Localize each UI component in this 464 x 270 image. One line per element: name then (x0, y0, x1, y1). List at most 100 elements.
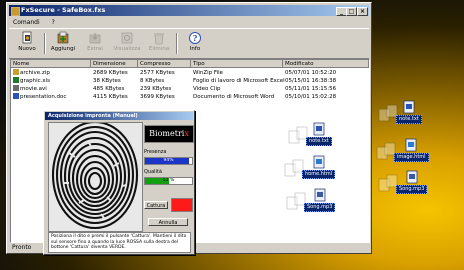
file-modified: 05/10/01 15:02:28 (285, 93, 336, 101)
file-row[interactable]: presentation.doc 4115 KBytes 3699 KBytes Do… (11, 93, 369, 101)
view-icon (120, 31, 134, 45)
extract-label: Estrai (87, 46, 103, 52)
audio-file-icon (314, 188, 326, 202)
close-button[interactable]: × (357, 7, 368, 16)
new-icon (20, 31, 34, 45)
delete-button[interactable]: Elimina (144, 30, 174, 57)
quality-gauge: 51 % (144, 177, 193, 185)
audio-file-icon (406, 170, 418, 184)
delete-label: Elimina (148, 46, 170, 52)
file-compressed-text: 8 KBytes (140, 78, 165, 84)
file-modified: 05/07/01 10:52:20 (285, 69, 336, 77)
file-modified: 05/11/01 15:15:56 (285, 85, 336, 93)
file-name-text: movie.avi (20, 86, 47, 92)
column-header-type[interactable]: Tipo (191, 60, 283, 68)
file-type: Foglio di lavoro di Microsoft Excel (193, 77, 285, 85)
file-size: 4115 KBytes (93, 93, 128, 101)
fingerprint-image (48, 122, 143, 232)
info-button[interactable]: ? Info (180, 30, 210, 57)
file-name-text: archive.zip (20, 70, 50, 76)
desktop-file-4[interactable]: home.html (302, 155, 336, 179)
column-header-name[interactable]: Nome (11, 60, 91, 68)
desktop-file-3[interactable]: note.txt (306, 122, 332, 146)
capture-button[interactable]: Cattura (144, 201, 168, 209)
desktop-file-caption: home.html (302, 170, 336, 179)
file-compressed: 2577 KBytes (140, 69, 175, 77)
toolbar: Nuovo Aggiungi Estrai Visualizza Elimina… (9, 28, 369, 59)
desktop-file-caption: image.html (394, 153, 429, 162)
file-type-icon (13, 93, 19, 99)
file-size-text: 2689 KBytes (93, 70, 128, 76)
file-compressed: 8 KBytes (140, 77, 164, 85)
desktop-file-1[interactable]: image.html (394, 138, 429, 162)
view-button[interactable]: Visualizza (112, 30, 142, 57)
file-compressed-text: 239 KBytes (140, 86, 172, 92)
new-label: Nuovo (18, 46, 36, 52)
delete-icon (152, 31, 166, 45)
file-row[interactable]: movie.avi 485 KBytes 239 KBytes Video Clip 0… (11, 85, 369, 93)
file-compressed: 3699 KBytes (140, 93, 175, 101)
file-name-text: presentation.doc (20, 94, 67, 100)
desktop-file-caption: note.txt (306, 137, 332, 146)
file-modified-text: 05/07/01 10:52:20 (285, 70, 337, 76)
fingerprint-dialog: Acquisizione impronta (Manual) Biometrix… (43, 110, 195, 255)
desktop-file-caption: Song.mp3 (304, 203, 336, 212)
window-title: FxSecure - SafeBox.fxs (21, 6, 106, 14)
quality-value: 51 % (162, 178, 175, 183)
file-name: graphic.xls (13, 77, 50, 85)
file-type: Video Clip (193, 85, 221, 93)
quality-label: Qualità (144, 169, 162, 175)
presence-value: 94% (163, 158, 174, 163)
title-bar[interactable]: FxSecure - SafeBox.fxs _ □ × (9, 5, 369, 16)
file-compressed-text: 3699 KBytes (140, 94, 175, 100)
dialog-title[interactable]: Acquisizione impronta (Manual) (45, 112, 193, 120)
presence-label: Presenza (144, 149, 167, 155)
capture-status-light (171, 198, 193, 212)
app-icon (11, 7, 20, 16)
file-name: movie.avi (13, 85, 47, 93)
desktop-file-2[interactable]: Song.mp3 (396, 170, 428, 194)
info-icon: ? (188, 31, 202, 45)
desktop-file-caption: note.txt (396, 115, 422, 124)
file-size-text: 485 KBytes (93, 86, 125, 92)
menu-comandi[interactable]: Comandi (13, 19, 40, 26)
file-row[interactable]: archive.zip 2689 KBytes 2577 KBytes WinZip … (11, 69, 369, 77)
file-modified-text: 05/11/01 15:15:56 (285, 86, 337, 92)
desktop-file-caption: Song.mp3 (396, 185, 428, 194)
file-size-text: 4115 KBytes (93, 94, 128, 100)
file-type-text: Video Clip (193, 86, 221, 92)
extract-button[interactable]: Estrai (80, 30, 110, 57)
info-label: Info (189, 46, 201, 52)
file-type-icon (13, 69, 19, 75)
add-button[interactable]: Aggiungi (48, 30, 78, 57)
file-row[interactable]: graphic.xls 38 KBytes 8 KBytes Foglio di la… (11, 77, 369, 85)
column-header-size[interactable]: Dimensione (91, 60, 138, 68)
file-modified: 05/15/01 16:38:38 (285, 77, 336, 85)
file-size-text: 38 KBytes (93, 78, 121, 84)
file-type-text: Documento di Microsoft Word (193, 94, 275, 100)
file-type-text: Foglio di lavoro di Microsoft Excel (193, 78, 285, 84)
add-icon (56, 31, 70, 45)
new-button[interactable]: Nuovo (12, 30, 42, 57)
text-file-icon (313, 122, 325, 136)
extract-icon (88, 31, 102, 45)
file-type: Documento di Microsoft Word (193, 93, 274, 101)
maximize-button[interactable]: □ (346, 7, 357, 16)
menu-help[interactable]: ? (52, 19, 55, 26)
file-name: archive.zip (13, 69, 50, 77)
file-compressed-text: 2577 KBytes (140, 70, 175, 76)
toolbar-separator (44, 33, 46, 54)
column-header-compressed[interactable]: Compresso (138, 60, 191, 68)
html-file-icon (313, 155, 325, 169)
file-size: 2689 KBytes (93, 69, 128, 77)
file-type-text: WinZip File (193, 70, 224, 76)
column-header-modified[interactable]: Modificato (283, 60, 369, 68)
desktop-file-5[interactable]: Song.mp3 (304, 188, 336, 212)
instruction-message: Posiziona il dito e premi il pulsante 'C… (48, 232, 191, 253)
menu-bar: Comandi ? (9, 18, 369, 27)
file-type: WinZip File (193, 69, 223, 77)
desktop-file-0[interactable]: note.txt (396, 100, 422, 124)
cancel-button[interactable]: Annulla (148, 218, 188, 226)
add-label: Aggiungi (50, 46, 76, 52)
file-size: 38 KBytes (93, 77, 121, 85)
